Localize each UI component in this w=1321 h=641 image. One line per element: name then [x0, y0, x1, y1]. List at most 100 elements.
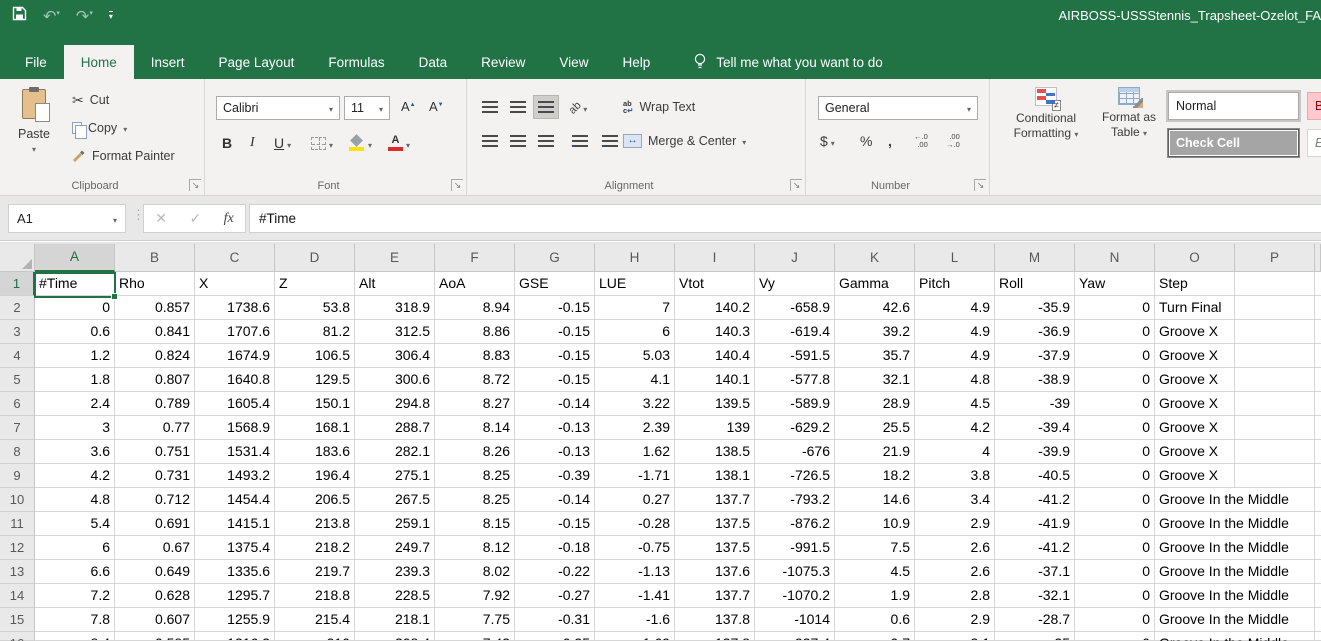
- insert-function-icon[interactable]: fx: [224, 211, 234, 227]
- cell-J2[interactable]: -658.9: [755, 296, 835, 320]
- cell-K14[interactable]: 1.9: [835, 584, 915, 608]
- cell-O15[interactable]: Groove In the Middle: [1155, 608, 1235, 632]
- cell-I13[interactable]: 137.6: [675, 560, 755, 584]
- cell-H9[interactable]: -1.71: [595, 464, 675, 488]
- bottom-align-button[interactable]: [533, 95, 559, 119]
- col-header-B[interactable]: B: [115, 244, 195, 272]
- cell-N16[interactable]: 0: [1075, 632, 1155, 641]
- cell-H6[interactable]: 3.22: [595, 392, 675, 416]
- cell-N14[interactable]: 0: [1075, 584, 1155, 608]
- cell-K4[interactable]: 35.7: [835, 344, 915, 368]
- cell-O5[interactable]: Groove X: [1155, 368, 1235, 392]
- cell-E16[interactable]: 208.4: [355, 632, 435, 641]
- col-header-H[interactable]: H: [595, 244, 675, 272]
- cell-D3[interactable]: 81.2: [275, 320, 355, 344]
- cell-F14[interactable]: 7.92: [435, 584, 515, 608]
- cell-H14[interactable]: -1.41: [595, 584, 675, 608]
- col-header-D[interactable]: D: [275, 244, 355, 272]
- col-header-L[interactable]: L: [915, 244, 995, 272]
- increase-font-size-button[interactable]: A: [401, 99, 416, 114]
- cell-J5[interactable]: -577.8: [755, 368, 835, 392]
- cell-A14[interactable]: 7.2: [35, 584, 115, 608]
- tab-review[interactable]: Review: [464, 45, 542, 79]
- cell-P6[interactable]: [1235, 392, 1315, 416]
- conditional-formatting-button[interactable]: ≠ Conditional Formatting: [1000, 87, 1092, 142]
- cell-K11[interactable]: 10.9: [835, 512, 915, 536]
- cell-M7[interactable]: -39.4: [995, 416, 1075, 440]
- cell-I3[interactable]: 140.3: [675, 320, 755, 344]
- cell-I9[interactable]: 138.1: [675, 464, 755, 488]
- cell-B12[interactable]: 0.67: [115, 536, 195, 560]
- cell-M12[interactable]: -41.2: [995, 536, 1075, 560]
- cell-C14[interactable]: 1295.7: [195, 584, 275, 608]
- cell-L10[interactable]: 3.4: [915, 488, 995, 512]
- cell-M2[interactable]: -35.9: [995, 296, 1075, 320]
- cell-E4[interactable]: 306.4: [355, 344, 435, 368]
- cell-A8[interactable]: 3.6: [35, 440, 115, 464]
- cell-G5[interactable]: -0.15: [515, 368, 595, 392]
- cell-J16[interactable]: -937.4: [755, 632, 835, 641]
- cell-J4[interactable]: -591.5: [755, 344, 835, 368]
- cut-button[interactable]: Cut: [72, 88, 109, 112]
- cell-K8[interactable]: 21.9: [835, 440, 915, 464]
- col-header-C[interactable]: C: [195, 244, 275, 272]
- cell-M11[interactable]: -41.9: [995, 512, 1075, 536]
- tell-me-box[interactable]: Tell me what you want to do: [693, 45, 883, 79]
- cell-P9[interactable]: [1235, 464, 1315, 488]
- cell-M13[interactable]: -37.1: [995, 560, 1075, 584]
- cell-I4[interactable]: 140.4: [675, 344, 755, 368]
- cell-P5[interactable]: [1235, 368, 1315, 392]
- clipboard-dialog-launcher[interactable]: ↘: [189, 179, 201, 191]
- cell-style-bad[interactable]: Bad: [1307, 92, 1321, 120]
- font-size-select[interactable]: 11: [344, 96, 390, 120]
- cell-G2[interactable]: -0.15: [515, 296, 595, 320]
- accounting-format-button[interactable]: $: [820, 129, 835, 153]
- cell-L8[interactable]: 4: [915, 440, 995, 464]
- row-header-6[interactable]: 6: [0, 392, 35, 416]
- cell-H10[interactable]: 0.27: [595, 488, 675, 512]
- percent-style-button[interactable]: %: [860, 129, 872, 153]
- cell-P3[interactable]: [1235, 320, 1315, 344]
- alignment-dialog-launcher[interactable]: ↘: [790, 179, 802, 191]
- cell-I2[interactable]: 140.2: [675, 296, 755, 320]
- cell-style-check-cell[interactable]: Check Cell: [1168, 129, 1299, 157]
- cell-D1[interactable]: Z: [275, 272, 355, 296]
- select-all-corner[interactable]: [0, 244, 35, 272]
- cell-C8[interactable]: 1531.4: [195, 440, 275, 464]
- cell-J6[interactable]: -589.9: [755, 392, 835, 416]
- copy-button[interactable]: Copy: [72, 116, 127, 140]
- cell-O16[interactable]: Groove In the Middle: [1155, 632, 1235, 641]
- cell-P7[interactable]: [1235, 416, 1315, 440]
- row-header-13[interactable]: 13: [0, 560, 35, 584]
- cell-H13[interactable]: -1.13: [595, 560, 675, 584]
- cell-M9[interactable]: -40.5: [995, 464, 1075, 488]
- cell-O1[interactable]: Step: [1155, 272, 1235, 296]
- cell-P2[interactable]: [1235, 296, 1315, 320]
- cell-M16[interactable]: -25: [995, 632, 1075, 641]
- cell-K10[interactable]: 14.6: [835, 488, 915, 512]
- tab-view[interactable]: View: [542, 45, 605, 79]
- cell-B8[interactable]: 0.751: [115, 440, 195, 464]
- cell-O11[interactable]: Groove In the Middle: [1155, 512, 1235, 536]
- cell-J3[interactable]: -619.4: [755, 320, 835, 344]
- cell-L6[interactable]: 4.5: [915, 392, 995, 416]
- cell-M4[interactable]: -37.9: [995, 344, 1075, 368]
- cell-B16[interactable]: 0.585: [115, 632, 195, 641]
- paste-button[interactable]: Paste: [8, 85, 60, 185]
- cell-K15[interactable]: 0.6: [835, 608, 915, 632]
- cell-C4[interactable]: 1674.9: [195, 344, 275, 368]
- paste-dropdown-icon[interactable]: [8, 141, 60, 155]
- cell-A2[interactable]: 0: [35, 296, 115, 320]
- decrease-indent-button[interactable]: ←: [567, 129, 593, 153]
- cell-C15[interactable]: 1255.9: [195, 608, 275, 632]
- cell-A5[interactable]: 1.8: [35, 368, 115, 392]
- cell-M14[interactable]: -32.1: [995, 584, 1075, 608]
- cell-E10[interactable]: 267.5: [355, 488, 435, 512]
- cell-I5[interactable]: 140.1: [675, 368, 755, 392]
- font-dialog-launcher[interactable]: ↘: [451, 179, 463, 191]
- cell-J15[interactable]: -1014: [755, 608, 835, 632]
- cell-C16[interactable]: 1216.3: [195, 632, 275, 641]
- cell-G13[interactable]: -0.22: [515, 560, 595, 584]
- cell-G12[interactable]: -0.18: [515, 536, 595, 560]
- cell-L5[interactable]: 4.8: [915, 368, 995, 392]
